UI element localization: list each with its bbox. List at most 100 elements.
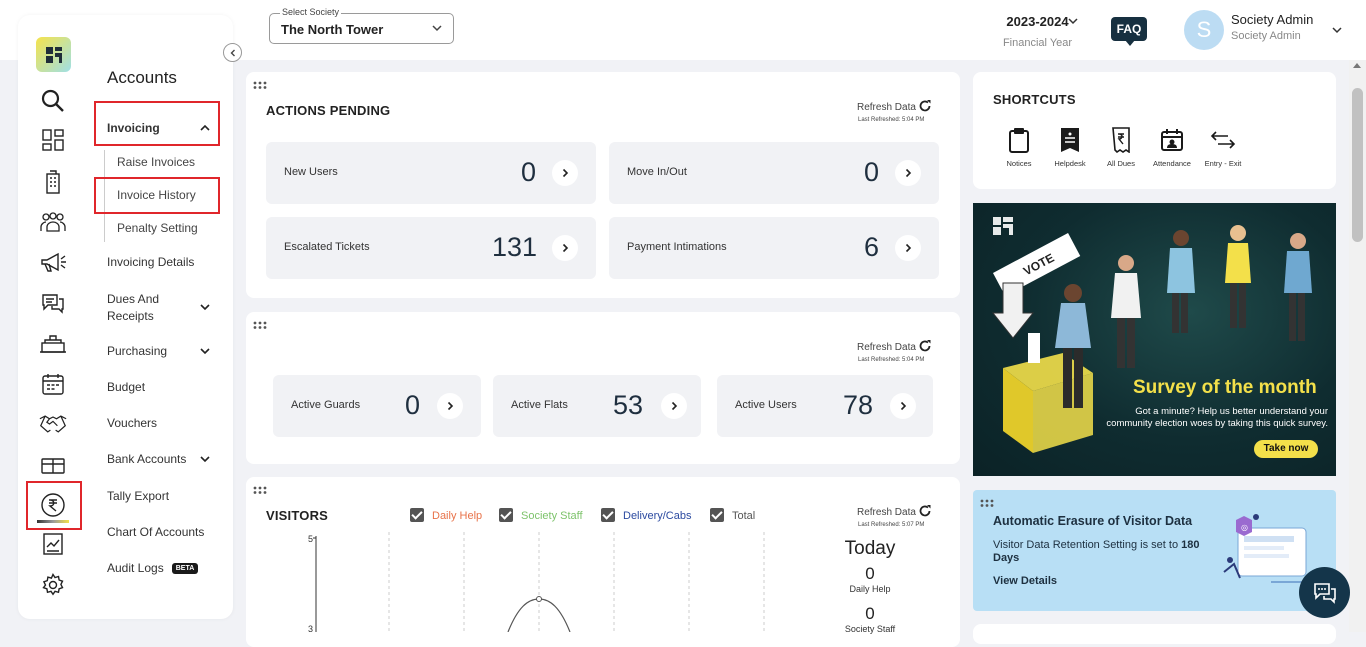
menu-item-audit-logs[interactable]: Audit Logs BETA (107, 561, 199, 575)
megaphone-icon[interactable] (39, 249, 67, 277)
legend-society-staff[interactable]: Society Staff (499, 508, 583, 522)
stat-label: Escalated Tickets (284, 241, 370, 253)
shortcut-label: Helpdesk (1054, 159, 1086, 168)
drag-handle-icon[interactable] (253, 321, 267, 329)
chevron-down-icon[interactable] (199, 345, 211, 357)
chevron-right-icon[interactable] (661, 393, 687, 419)
total-series-point[interactable] (536, 596, 542, 602)
legend-daily-help[interactable]: Daily Help (410, 508, 482, 522)
gift-box-icon[interactable] (39, 451, 67, 479)
survey-desc-line1: Got a minute? Help us better understand … (1135, 406, 1328, 417)
shortcut-notices[interactable]: Notices (994, 126, 1044, 168)
menu-item-bank-accounts[interactable]: Bank Accounts (107, 452, 186, 466)
payment-intimations-stat[interactable]: Payment Intimations 6 (609, 217, 939, 279)
today-label: Today (844, 538, 896, 559)
shortcut-label: All Dues (1107, 159, 1135, 168)
drag-handle-icon[interactable] (253, 81, 267, 89)
financial-year-select[interactable]: 2023-2024 Financial Year (990, 14, 1085, 49)
search-icon[interactable] (39, 87, 67, 115)
refresh-data-button[interactable]: Refresh Data (857, 99, 932, 113)
stat-value: 6 (864, 232, 880, 262)
menu-item-vouchers[interactable]: Vouchers (107, 416, 157, 430)
last-refreshed: Last Refreshed: 5:04 PM (858, 357, 925, 363)
new-users-stat[interactable]: New Users 0 (266, 142, 596, 204)
menu-item-budget[interactable]: Budget (107, 380, 145, 394)
chevron-right-icon[interactable] (890, 393, 916, 419)
scrollbar-thumb[interactable] (1352, 88, 1363, 242)
shortcut-attendance[interactable]: Attendance (1147, 126, 1197, 168)
building-icon[interactable] (39, 168, 67, 196)
view-details-link[interactable]: View Details (993, 575, 1057, 587)
stat-value: 131 (492, 232, 538, 262)
financial-year-label: Financial Year (1002, 37, 1073, 49)
drag-handle-icon[interactable] (980, 499, 994, 507)
refresh-data-button[interactable]: Refresh Data (857, 504, 932, 518)
drag-handle-icon[interactable] (253, 486, 267, 494)
checkbox-checked[interactable] (499, 508, 513, 522)
checkbox-checked[interactable] (410, 508, 424, 522)
avatar[interactable]: S (1184, 10, 1224, 50)
submenu-penalty-setting[interactable]: Penalty Setting (117, 221, 198, 235)
menu-item-chart-of-accounts[interactable]: Chart Of Accounts (107, 525, 204, 539)
entry-exit-arrows-icon (1210, 131, 1236, 149)
calendar-icon[interactable] (39, 370, 67, 398)
move-in-out-stat[interactable]: Move In/Out 0 (609, 142, 939, 204)
y-tick-label: 5 (308, 534, 313, 544)
chevron-right-icon[interactable] (895, 160, 921, 186)
user-role: Society Admin (1231, 30, 1301, 42)
legend-label: Delivery/Cabs (623, 510, 692, 522)
chevron-right-icon[interactable] (552, 235, 578, 261)
stat-value: 0 (864, 157, 880, 187)
audit-logs-label: Audit Logs (107, 561, 164, 575)
submenu-raise-invoices[interactable]: Raise Invoices (117, 155, 195, 169)
chat-icon[interactable] (39, 289, 67, 317)
shortcut-entry-exit[interactable]: Entry - Exit (1198, 126, 1248, 168)
escalated-tickets-stat[interactable]: Escalated Tickets 131 (266, 217, 596, 279)
active-guards-stat[interactable]: Active Guards 0 (273, 375, 481, 437)
chevron-down-icon[interactable] (199, 453, 211, 465)
shortcut-label: Attendance (1153, 159, 1191, 168)
shortcut-helpdesk[interactable]: Helpdesk (1045, 126, 1095, 168)
shortcut-all-dues[interactable]: All Dues (1096, 126, 1146, 168)
legend-delivery-cabs[interactable]: Delivery/Cabs (601, 508, 691, 522)
menu-item-tally-export[interactable]: Tally Export (107, 489, 169, 503)
menu-item-invoicing-details[interactable]: Invoicing Details (107, 255, 194, 269)
user-menu-chevron-icon[interactable] (1331, 24, 1343, 36)
checkbox-checked[interactable] (710, 508, 724, 522)
refresh-data-button[interactable]: Refresh Data (857, 339, 932, 353)
chevron-left-icon (230, 49, 235, 56)
app-logo[interactable] (36, 37, 71, 72)
user-name[interactable]: Society Admin (1231, 12, 1313, 27)
chevron-right-icon[interactable] (437, 393, 463, 419)
take-now-button[interactable]: Take now (1254, 440, 1318, 458)
chat-bubble-icon (1313, 582, 1336, 604)
settings-gear-icon[interactable] (39, 571, 67, 599)
checkbox-checked[interactable] (601, 508, 615, 522)
amenities-icon[interactable] (39, 330, 67, 358)
next-card-edge (973, 624, 1336, 644)
members-icon[interactable] (39, 208, 67, 236)
refresh-label: Refresh Data (857, 507, 916, 518)
active-flats-stat[interactable]: Active Flats 53 (493, 375, 701, 437)
menu-item-purchasing[interactable]: Purchasing (107, 344, 167, 358)
chevron-right-icon[interactable] (895, 235, 921, 261)
survey-banner[interactable]: VOTE Survey of the month Got a minute? H… (973, 203, 1336, 476)
dashboard-icon[interactable] (39, 126, 67, 154)
erasure-card: Automatic Erasure of Visitor Data Visito… (973, 490, 1336, 611)
active-users-stat[interactable]: Active Users 78 (717, 375, 933, 437)
legend-total[interactable]: Total (710, 508, 755, 522)
active-stats-card: Refresh Data Last Refreshed: 5:04 PM Act… (246, 312, 960, 464)
society-select[interactable]: Select Society The North Tower (269, 7, 454, 44)
chevron-down-icon[interactable] (199, 301, 211, 313)
chevron-right-icon[interactable] (552, 160, 578, 186)
scroll-up-arrow-icon[interactable] (1353, 63, 1361, 68)
handshake-icon[interactable] (39, 410, 67, 438)
chat-support-button[interactable] (1299, 567, 1350, 618)
society-staff-count: 0 (865, 604, 875, 623)
reports-icon[interactable] (39, 530, 67, 558)
faq-button[interactable]: FAQ (1111, 17, 1147, 46)
menu-item-dues-and-receipts[interactable]: Dues And Receipts (107, 291, 159, 325)
collapse-sidebar-button[interactable] (223, 43, 242, 62)
survey-desc-line2: community election woes by taking this q… (1106, 418, 1328, 429)
highlight-invoicing (94, 101, 220, 146)
